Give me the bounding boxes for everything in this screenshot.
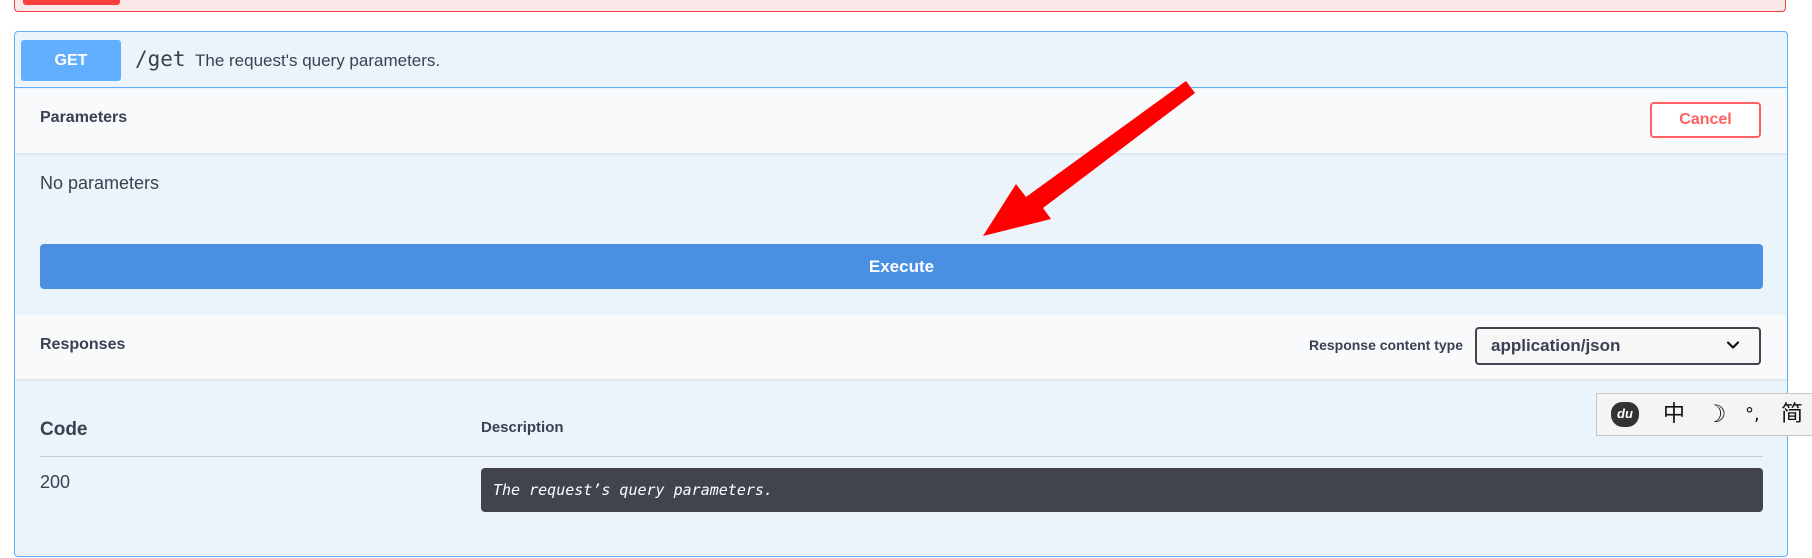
annotation-arrow-icon <box>983 81 1195 236</box>
